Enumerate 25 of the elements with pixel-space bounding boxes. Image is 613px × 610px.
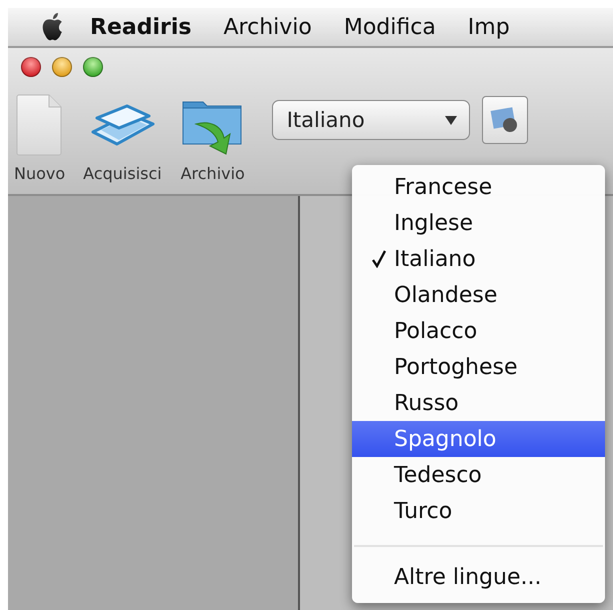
menu-item[interactable]: Portoghese (352, 349, 605, 385)
zoom-button[interactable] (83, 57, 103, 77)
menu-item[interactable]: Spagnolo (352, 421, 605, 457)
menu-bar-item[interactable]: Modifica (344, 14, 436, 40)
toolbar-button-label[interactable]: Archivio (180, 164, 245, 183)
picture-icon (490, 105, 520, 135)
minimize-button[interactable] (52, 57, 72, 77)
language-popup-button[interactable]: Italiano (272, 100, 470, 140)
app-menu[interactable]: Readiris (90, 14, 192, 40)
menu-item[interactable]: Turco (352, 493, 605, 529)
menu-item[interactable]: Altre lingue... (352, 559, 605, 595)
toolbar-button-label[interactable]: Acquisisci (83, 164, 162, 183)
caret-icon (444, 116, 457, 124)
toolbar-button-label[interactable]: Nuovo (14, 164, 66, 183)
menu-item[interactable]: Polacco (352, 313, 605, 349)
menu-item[interactable]: Tedesco (352, 457, 605, 493)
menu-item[interactable]: Inglese (352, 205, 605, 241)
menu-bar-item[interactable]: Archivio (223, 14, 312, 40)
menu-item[interactable]: Italiano (352, 241, 605, 277)
menu-item[interactable]: Russo (352, 385, 605, 421)
close-button[interactable] (21, 57, 41, 77)
toolbar-image-button[interactable] (482, 96, 528, 144)
menu-item[interactable]: Francese (352, 169, 605, 205)
menu-bar-item[interactable]: Imp (468, 14, 510, 40)
menu-item[interactable]: Olandese (352, 277, 605, 313)
